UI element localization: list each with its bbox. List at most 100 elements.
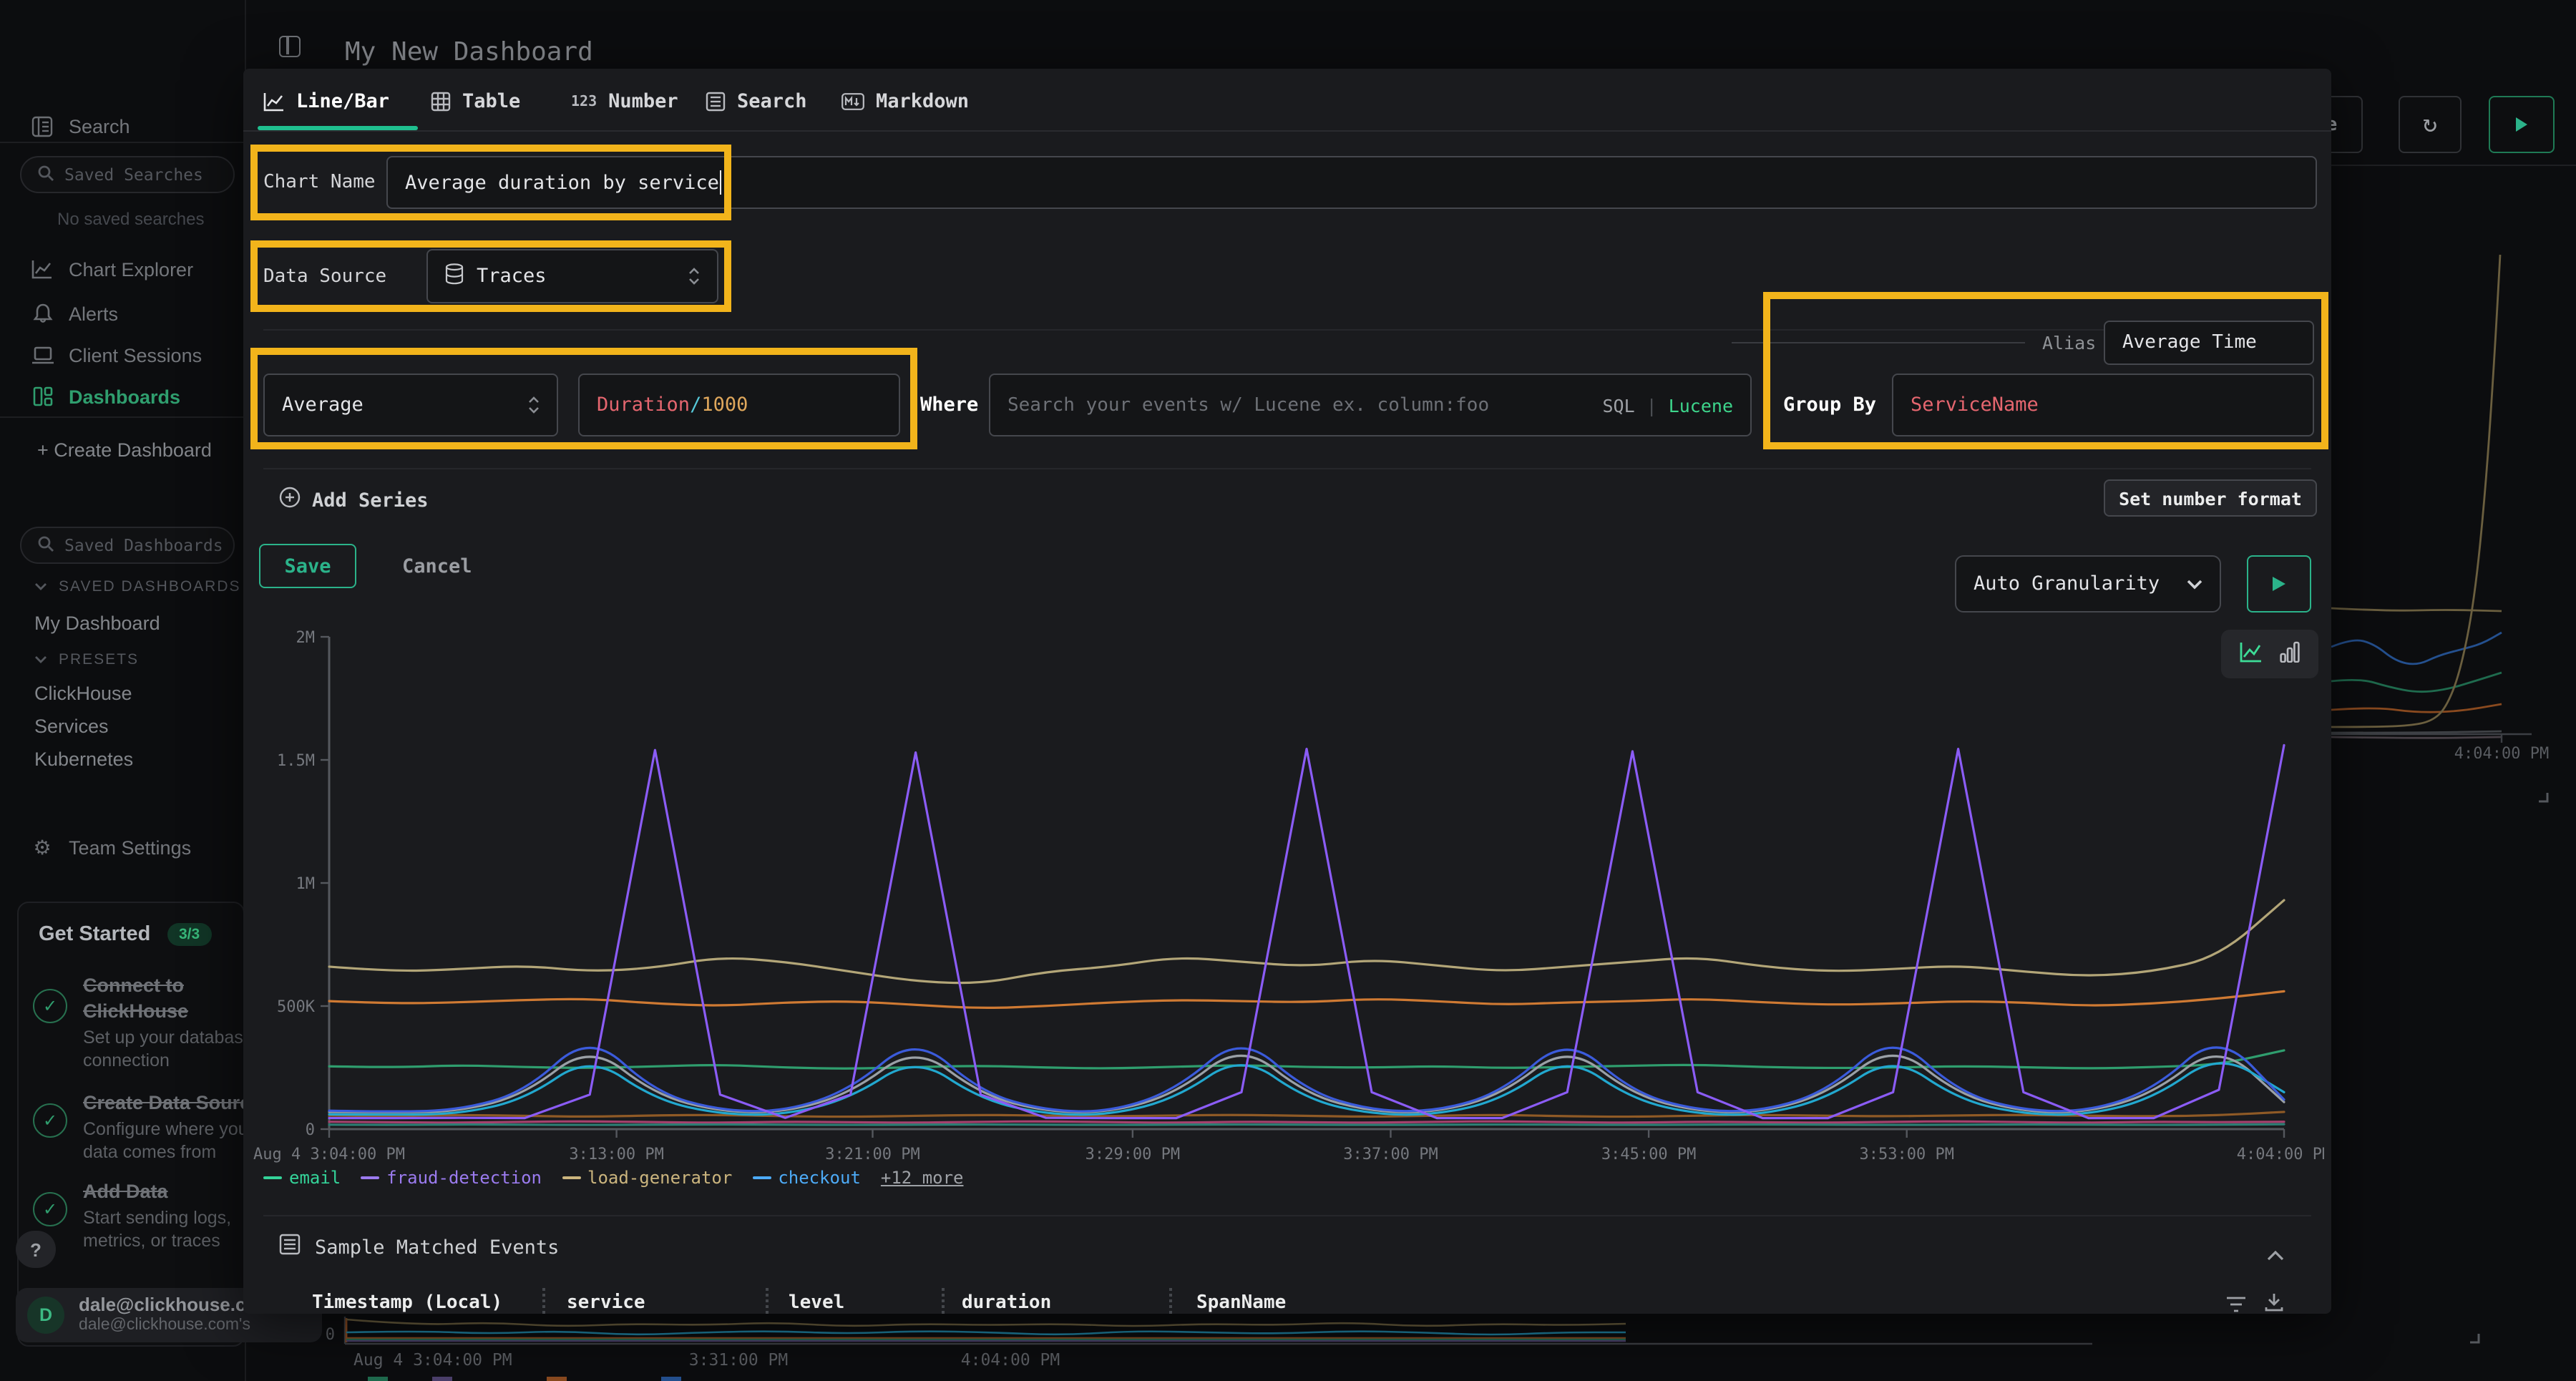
- gs-item-title[interactable]: Connect to: [83, 975, 184, 996]
- markdown-icon: [841, 93, 864, 110]
- sidebar-item-clickhouse[interactable]: ClickHouse: [34, 683, 132, 704]
- gs-item-title[interactable]: Add Data: [83, 1181, 168, 1202]
- chart-series-unlabeled: [329, 1112, 2284, 1117]
- table-filter-icon[interactable]: [2225, 1292, 2247, 1314]
- plus-circle-icon: [279, 487, 301, 514]
- sidebar-item-services[interactable]: Services: [34, 716, 109, 737]
- lang-lucene-toggle[interactable]: Lucene: [1669, 394, 1733, 416]
- run-chart-button[interactable]: [2247, 555, 2311, 613]
- column-separator[interactable]: [942, 1288, 945, 1314]
- doc-list-icon: [706, 92, 726, 112]
- check-circle-icon: ✓: [33, 1103, 67, 1138]
- field-token: /: [690, 394, 701, 416]
- column-separator[interactable]: [1169, 1288, 1172, 1314]
- chart-series-email: [329, 1050, 2284, 1068]
- duration-chart[interactable]: 0500K1M1.5M2MAug 4 3:04:00 PM3:13:00 PM3…: [249, 630, 2324, 1166]
- gs-item-title[interactable]: Create Data Source: [83, 1092, 245, 1113]
- list-icon: [279, 1234, 301, 1261]
- help-button[interactable]: ?: [16, 1231, 56, 1268]
- get-started-title: Get Started: [39, 923, 150, 946]
- sidebar-item-my-dashboard[interactable]: My Dashboard: [34, 613, 160, 634]
- col-timestamp[interactable]: Timestamp (Local): [312, 1292, 502, 1314]
- background-bottom-chart: 0Aug 4 3:04:00 PM3:31:00 PM4:04:00 PM: [246, 1314, 2576, 1381]
- search-doc-icon: [30, 115, 54, 137]
- alias-input[interactable]: Average Time: [2104, 321, 2314, 365]
- column-separator[interactable]: [766, 1288, 769, 1314]
- data-source-select[interactable]: Traces: [426, 249, 718, 303]
- add-series-button[interactable]: Add Series: [279, 487, 429, 514]
- col-level[interactable]: level: [789, 1292, 844, 1314]
- col-service[interactable]: service: [567, 1292, 645, 1314]
- sample-events-header[interactable]: Sample Matched Events: [279, 1234, 559, 1261]
- alias-divider: [1732, 342, 2025, 343]
- granularity-select[interactable]: Auto Granularity: [1955, 555, 2221, 613]
- download-icon[interactable]: [2264, 1291, 2284, 1314]
- legend-item-email[interactable]: email: [263, 1168, 341, 1188]
- field-token: Duration: [597, 394, 690, 416]
- legend-dash-icon: [263, 1176, 282, 1179]
- svg-text:2M: 2M: [296, 630, 316, 647]
- svg-text:0: 0: [306, 1121, 315, 1139]
- aggregation-select[interactable]: Average: [263, 374, 558, 436]
- svg-text:3:13:00 PM: 3:13:00 PM: [569, 1146, 663, 1163]
- cancel-button[interactable]: Cancel: [402, 555, 472, 578]
- group-by-input[interactable]: ServiceName: [1892, 374, 2314, 436]
- tab-table[interactable]: Table: [431, 86, 520, 117]
- sidebar-item-team-settings[interactable]: ⚙ Team Settings: [0, 830, 246, 864]
- svg-text:4:04:00 PM: 4:04:00 PM: [961, 1351, 1060, 1370]
- sidebar-divider: [0, 416, 246, 418]
- sidebar-item-search[interactable]: Search: [0, 109, 246, 143]
- refresh-icon: ↻: [2423, 110, 2438, 139]
- saved-dashboards-input[interactable]: Saved Dashboards: [20, 527, 235, 564]
- chart-name-label: Chart Name: [263, 172, 376, 193]
- laptop-icon: [30, 346, 54, 364]
- legend-item-checkout[interactable]: checkout: [752, 1168, 861, 1188]
- column-separator[interactable]: [542, 1288, 545, 1314]
- gs-item-desc: metrics, or traces: [83, 1231, 220, 1251]
- legend-dash-icon: [562, 1176, 580, 1179]
- sidebar-item-alerts[interactable]: Alerts: [0, 296, 246, 331]
- no-saved-searches-text: No saved searches: [57, 209, 204, 229]
- select-chevrons-icon: [528, 396, 540, 414]
- svg-text:1.5M: 1.5M: [277, 752, 315, 770]
- field-expression-input[interactable]: Duration/1000: [578, 374, 900, 436]
- sidebar-item-client-sessions[interactable]: Client Sessions: [0, 338, 246, 372]
- save-button[interactable]: Save: [259, 544, 356, 588]
- legend-more-link[interactable]: +12 more: [881, 1168, 964, 1188]
- set-number-format-button[interactable]: Set number format: [2104, 479, 2317, 517]
- presets-group[interactable]: PRESETS: [34, 651, 139, 668]
- chart-name-input[interactable]: Average duration by service: [386, 156, 2317, 209]
- sidebar-item-kubernetes[interactable]: Kubernetes: [34, 748, 133, 770]
- gs-item-desc: connection: [83, 1050, 170, 1070]
- header-divider: [2331, 165, 2576, 166]
- svg-text:Aug 4 3:04:00 PM: Aug 4 3:04:00 PM: [253, 1146, 405, 1163]
- col-spanname[interactable]: SpanName: [1196, 1292, 1286, 1314]
- tab-bar: Line/Bar Table 123 Number Search Markdow…: [243, 69, 2331, 132]
- run-query-button-top[interactable]: [2489, 96, 2555, 153]
- refresh-button[interactable]: ↻: [2399, 96, 2462, 153]
- svg-text:3:29:00 PM: 3:29:00 PM: [1085, 1146, 1180, 1163]
- where-placeholder: Search your events w/ Lucene ex. column:…: [1008, 394, 1489, 416]
- legend-item-load-generator[interactable]: load-generator: [562, 1168, 732, 1188]
- svg-text:Aug 4 3:04:00 PM: Aug 4 3:04:00 PM: [353, 1351, 512, 1370]
- lang-sql-toggle[interactable]: SQL: [1602, 394, 1634, 416]
- tab-markdown[interactable]: Markdown: [841, 86, 969, 117]
- tile-resize-handle[interactable]: [2464, 1328, 2482, 1345]
- sidebar-toggle-icon[interactable]: [279, 36, 301, 57]
- saved-dashboards-group[interactable]: SAVED DASHBOARDS: [34, 578, 241, 595]
- saved-searches-input[interactable]: Saved Searches: [20, 156, 235, 193]
- gs-item-title[interactable]: ClickHouse: [83, 1000, 188, 1022]
- sidebar-item-chart-explorer[interactable]: Chart Explorer: [0, 252, 246, 286]
- sidebar-item-create-dashboard[interactable]: + Create Dashboard: [0, 432, 246, 467]
- svg-text:3:21:00 PM: 3:21:00 PM: [825, 1146, 919, 1163]
- col-duration[interactable]: duration: [962, 1292, 1051, 1314]
- where-input[interactable]: Search your events w/ Lucene ex. column:…: [989, 374, 1752, 436]
- collapse-chevron-icon[interactable]: [2267, 1239, 2284, 1267]
- legend-item-fraud-detection[interactable]: fraud-detection: [361, 1168, 542, 1188]
- check-circle-icon: ✓: [33, 989, 67, 1023]
- tab-number[interactable]: 123 Number: [571, 86, 678, 117]
- tab-search[interactable]: Search: [706, 86, 807, 117]
- tile-resize-handle[interactable]: [2533, 787, 2550, 804]
- sidebar-item-dashboards[interactable]: Dashboards: [0, 379, 246, 414]
- tab-line-bar[interactable]: Line/Bar: [263, 86, 389, 117]
